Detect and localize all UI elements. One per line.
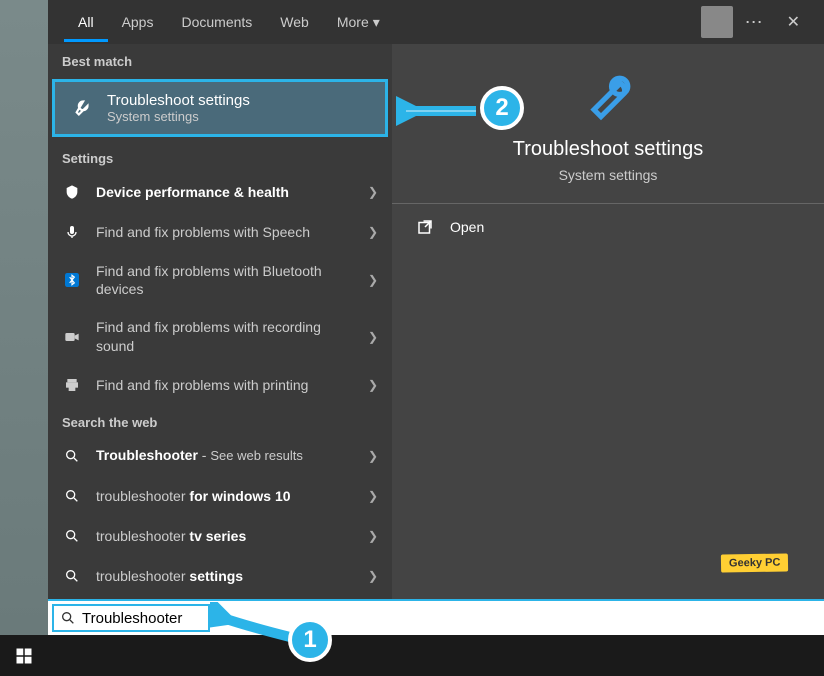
chevron-right-icon: ❯ bbox=[368, 489, 378, 503]
tab-apps[interactable]: Apps bbox=[108, 2, 168, 42]
chevron-right-icon: ❯ bbox=[368, 330, 378, 344]
mic-icon bbox=[62, 222, 82, 242]
user-avatar[interactable] bbox=[701, 6, 733, 38]
tab-web[interactable]: Web bbox=[266, 2, 323, 42]
detail-title: Troubleshoot settings bbox=[513, 138, 703, 161]
printer-icon bbox=[62, 375, 82, 395]
search-panel: All Apps Documents Web More ▾ ⋯ ✕ Best m… bbox=[48, 0, 824, 600]
search-bar bbox=[48, 599, 824, 635]
search-tabs: All Apps Documents Web More ▾ ⋯ ✕ bbox=[48, 0, 824, 44]
search-icon bbox=[62, 526, 82, 546]
settings-result-printing[interactable]: Find and fix problems with printing ❯ bbox=[48, 365, 392, 405]
search-icon bbox=[62, 446, 82, 466]
settings-result-recording[interactable]: Find and fix problems with recording sou… bbox=[48, 308, 392, 364]
start-button[interactable] bbox=[0, 635, 48, 676]
tab-all[interactable]: All bbox=[64, 2, 108, 42]
tab-documents[interactable]: Documents bbox=[167, 2, 266, 42]
open-action[interactable]: Open bbox=[392, 204, 824, 250]
shield-icon bbox=[62, 182, 82, 202]
chevron-right-icon: ❯ bbox=[368, 225, 378, 239]
camera-icon bbox=[62, 327, 82, 347]
search-icon bbox=[62, 486, 82, 506]
web-result-3[interactable]: troubleshooter settings ❯ bbox=[48, 556, 392, 596]
detail-subtitle: System settings bbox=[559, 167, 658, 183]
best-match-title: Troubleshoot settings bbox=[107, 92, 250, 109]
chevron-down-icon: ▾ bbox=[373, 14, 380, 31]
best-match-result[interactable]: Troubleshoot settings System settings bbox=[52, 79, 388, 137]
tab-more[interactable]: More ▾ bbox=[323, 2, 394, 43]
chevron-right-icon: ❯ bbox=[368, 569, 378, 583]
results-list: Best match Troubleshoot settings System … bbox=[48, 44, 392, 600]
chevron-right-icon: ❯ bbox=[368, 449, 378, 463]
desktop-background bbox=[0, 0, 48, 636]
wrench-icon bbox=[67, 94, 95, 122]
settings-result-bluetooth[interactable]: Find and fix problems with Bluetooth dev… bbox=[48, 252, 392, 308]
chevron-right-icon: ❯ bbox=[368, 378, 378, 392]
best-match-subtitle: System settings bbox=[107, 109, 250, 124]
search-icon bbox=[60, 610, 76, 626]
detail-pane: Troubleshoot settings System settings Op… bbox=[392, 44, 824, 600]
web-result-1[interactable]: troubleshooter for windows 10 ❯ bbox=[48, 476, 392, 516]
chevron-right-icon: ❯ bbox=[368, 273, 378, 287]
open-label: Open bbox=[450, 219, 484, 235]
close-button[interactable]: ✕ bbox=[779, 8, 808, 36]
section-header-web: Search the web bbox=[48, 405, 392, 436]
chevron-right-icon: ❯ bbox=[368, 185, 378, 199]
open-icon bbox=[416, 218, 434, 236]
wrench-icon bbox=[578, 68, 638, 128]
section-header-best-match: Best match bbox=[48, 44, 392, 75]
taskbar bbox=[0, 635, 824, 676]
web-result-2[interactable]: troubleshooter tv series ❯ bbox=[48, 516, 392, 556]
search-input-container[interactable] bbox=[52, 604, 210, 632]
settings-result-speech[interactable]: Find and fix problems with Speech ❯ bbox=[48, 212, 392, 252]
web-result-0[interactable]: Troubleshooter - See web results ❯ bbox=[48, 436, 392, 476]
settings-result-device-performance[interactable]: Device performance & health ❯ bbox=[48, 172, 392, 212]
section-header-settings: Settings bbox=[48, 141, 392, 172]
chevron-right-icon: ❯ bbox=[368, 529, 378, 543]
bluetooth-icon bbox=[62, 270, 82, 290]
search-input[interactable] bbox=[82, 610, 202, 627]
more-options-icon[interactable]: ⋯ bbox=[745, 12, 763, 33]
search-icon bbox=[62, 566, 82, 586]
